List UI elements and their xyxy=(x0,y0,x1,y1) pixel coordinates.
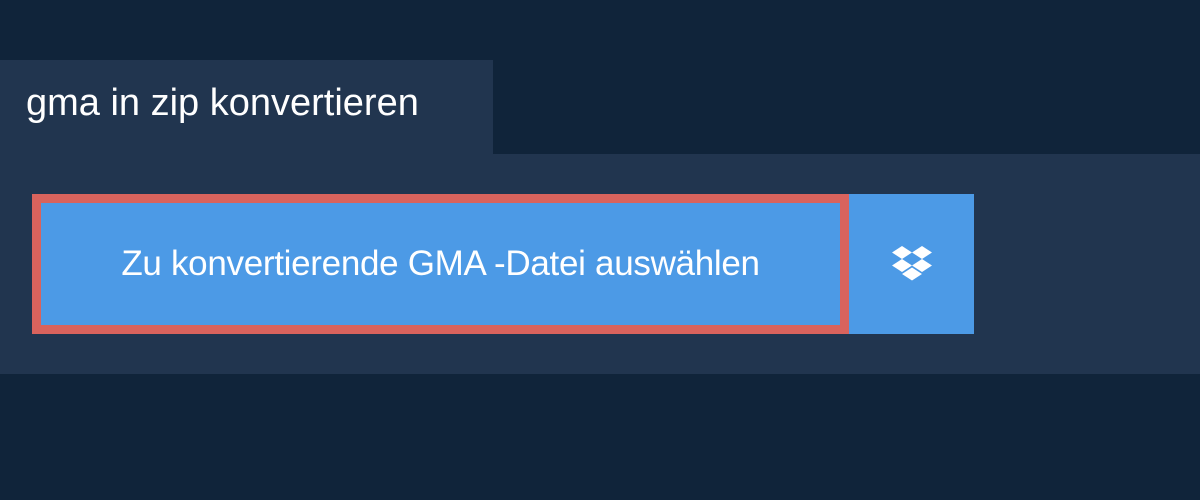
dropbox-icon xyxy=(891,245,933,283)
page-title: gma in zip konvertieren xyxy=(26,82,419,124)
select-file-button[interactable]: Zu konvertierende GMA -Datei auswählen xyxy=(32,194,849,334)
select-file-label: Zu konvertierende GMA -Datei auswählen xyxy=(121,244,760,283)
dropbox-button[interactable] xyxy=(849,194,974,334)
